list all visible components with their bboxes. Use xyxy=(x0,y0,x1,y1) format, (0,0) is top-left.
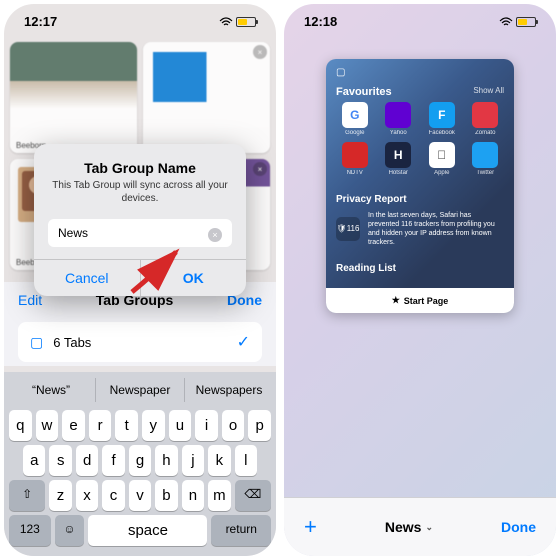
start-page-preview[interactable]: ▢ Favourites Show All GGoogleYahooFFaceb… xyxy=(326,59,514,313)
key-e[interactable]: e xyxy=(62,410,85,441)
key-k[interactable]: k xyxy=(208,445,230,476)
key-q[interactable]: q xyxy=(9,410,32,441)
wifi-icon xyxy=(499,17,513,27)
ok-button[interactable]: OK xyxy=(140,260,247,296)
key-i[interactable]: i xyxy=(195,410,218,441)
checkmark-icon: ✓ xyxy=(237,332,250,352)
key-f[interactable]: f xyxy=(102,445,124,476)
show-all-link[interactable]: Show All xyxy=(473,86,504,98)
done-button[interactable]: Done xyxy=(501,519,536,535)
key-r[interactable]: r xyxy=(89,410,112,441)
key-b[interactable]: b xyxy=(155,480,177,511)
dialog-subtitle: This Tab Group will sync across all your… xyxy=(52,179,228,205)
key-g[interactable]: g xyxy=(129,445,151,476)
close-icon[interactable]: × xyxy=(253,45,267,59)
status-icons xyxy=(219,17,256,27)
key-y[interactable]: y xyxy=(142,410,165,441)
reading-list-title: Reading List xyxy=(336,263,504,274)
suggestion[interactable]: Newspaper xyxy=(95,378,185,402)
tab-group-selector[interactable]: News ⌄ xyxy=(317,519,501,535)
left-screenshot: 12:17 Beeborn × Beebo… …s, Fina…× Tab Gr… xyxy=(4,4,276,556)
key-x[interactable]: x xyxy=(76,480,98,511)
shift-key[interactable]: ⇧ xyxy=(9,480,45,511)
key-t[interactable]: t xyxy=(115,410,138,441)
shield-icon: 🛡 116 xyxy=(336,217,360,241)
tabs-icon: ▢ xyxy=(30,334,43,351)
numbers-key[interactable]: 123 xyxy=(9,515,51,546)
favorites-label: Favourites xyxy=(336,86,392,98)
clear-icon[interactable]: × xyxy=(208,228,222,242)
tab-count-label: 6 Tabs xyxy=(53,335,226,350)
wifi-icon xyxy=(219,17,233,27)
space-key[interactable]: space xyxy=(88,515,207,546)
new-tab-button[interactable]: + xyxy=(304,514,317,540)
keyboard-row: asdfghjkl xyxy=(9,445,271,476)
key-v[interactable]: v xyxy=(129,480,151,511)
key-l[interactable]: l xyxy=(235,445,257,476)
favorite-zomato[interactable]: Zomato xyxy=(467,102,505,136)
favorite-yahoo[interactable]: Yahoo xyxy=(380,102,418,136)
status-time: 12:17 xyxy=(24,14,57,29)
tab-card[interactable]: × xyxy=(143,42,270,153)
favorite-apple[interactable]: Apple xyxy=(423,142,461,176)
key-h[interactable]: h xyxy=(155,445,177,476)
key-m[interactable]: m xyxy=(208,480,230,511)
keyboard-row: qwertyuiop xyxy=(9,410,271,441)
tab-group-name-input[interactable] xyxy=(48,219,232,247)
privacy-report-text: In the last seven days, Safari has preve… xyxy=(368,211,504,247)
key-j[interactable]: j xyxy=(182,445,204,476)
keyboard-row: ⇧ zxcvbnm ⌫ xyxy=(9,480,271,511)
right-screenshot: 12:18 ▢ Favourites Show All GGoogleYahoo… xyxy=(284,4,556,556)
suggestion[interactable]: “News” xyxy=(7,378,95,402)
key-z[interactable]: z xyxy=(49,480,71,511)
cancel-button[interactable]: Cancel xyxy=(34,260,140,296)
tab-group-row[interactable]: ▢ 6 Tabs ✓ xyxy=(18,322,262,362)
status-time: 12:18 xyxy=(304,14,337,29)
battery-icon xyxy=(236,17,256,27)
key-d[interactable]: d xyxy=(76,445,98,476)
backspace-key[interactable]: ⌫ xyxy=(235,480,271,511)
keyboard: “News” Newspaper Newspapers qwertyuiop a… xyxy=(4,372,276,556)
bottom-toolbar: + News ⌄ Done xyxy=(284,497,556,556)
key-s[interactable]: s xyxy=(49,445,71,476)
privacy-report-title: Privacy Report xyxy=(336,194,504,205)
book-icon: ▢ xyxy=(336,67,345,78)
key-n[interactable]: n xyxy=(182,480,204,511)
keyboard-suggestions: “News” Newspaper Newspapers xyxy=(7,376,273,406)
favorite-google[interactable]: GGoogle xyxy=(336,102,374,136)
key-u[interactable]: u xyxy=(169,410,192,441)
tab-card[interactable]: Beeborn xyxy=(10,42,137,153)
key-a[interactable]: a xyxy=(23,445,45,476)
key-w[interactable]: w xyxy=(36,410,59,441)
star-icon: ★ xyxy=(392,295,400,306)
return-key[interactable]: return xyxy=(211,515,271,546)
dialog-title: Tab Group Name xyxy=(52,160,228,176)
close-icon[interactable]: × xyxy=(253,162,267,176)
favorites-grid: GGoogleYahooFFacebookZomato NDTVHHotstar… xyxy=(326,98,514,186)
start-page-footer: ★ Start Page xyxy=(326,288,514,313)
status-bar: 12:18 xyxy=(284,4,556,33)
battery-icon xyxy=(516,17,536,27)
key-p[interactable]: p xyxy=(248,410,271,441)
key-o[interactable]: o xyxy=(222,410,245,441)
suggestion[interactable]: Newspapers xyxy=(185,378,273,402)
key-c[interactable]: c xyxy=(102,480,124,511)
chevron-down-icon: ⌄ xyxy=(425,522,433,533)
favorite-hotstar[interactable]: HHotstar xyxy=(380,142,418,176)
favorite-twitter[interactable]: Twitter xyxy=(467,142,505,176)
emoji-key[interactable]: ☺ xyxy=(55,515,85,546)
tab-group-name-dialog: Tab Group Name This Tab Group will sync … xyxy=(34,144,246,296)
favorite-ndtv[interactable]: NDTV xyxy=(336,142,374,176)
favorite-facebook[interactable]: FFacebook xyxy=(423,102,461,136)
status-icons xyxy=(499,17,536,27)
status-bar: 12:17 xyxy=(4,4,276,33)
